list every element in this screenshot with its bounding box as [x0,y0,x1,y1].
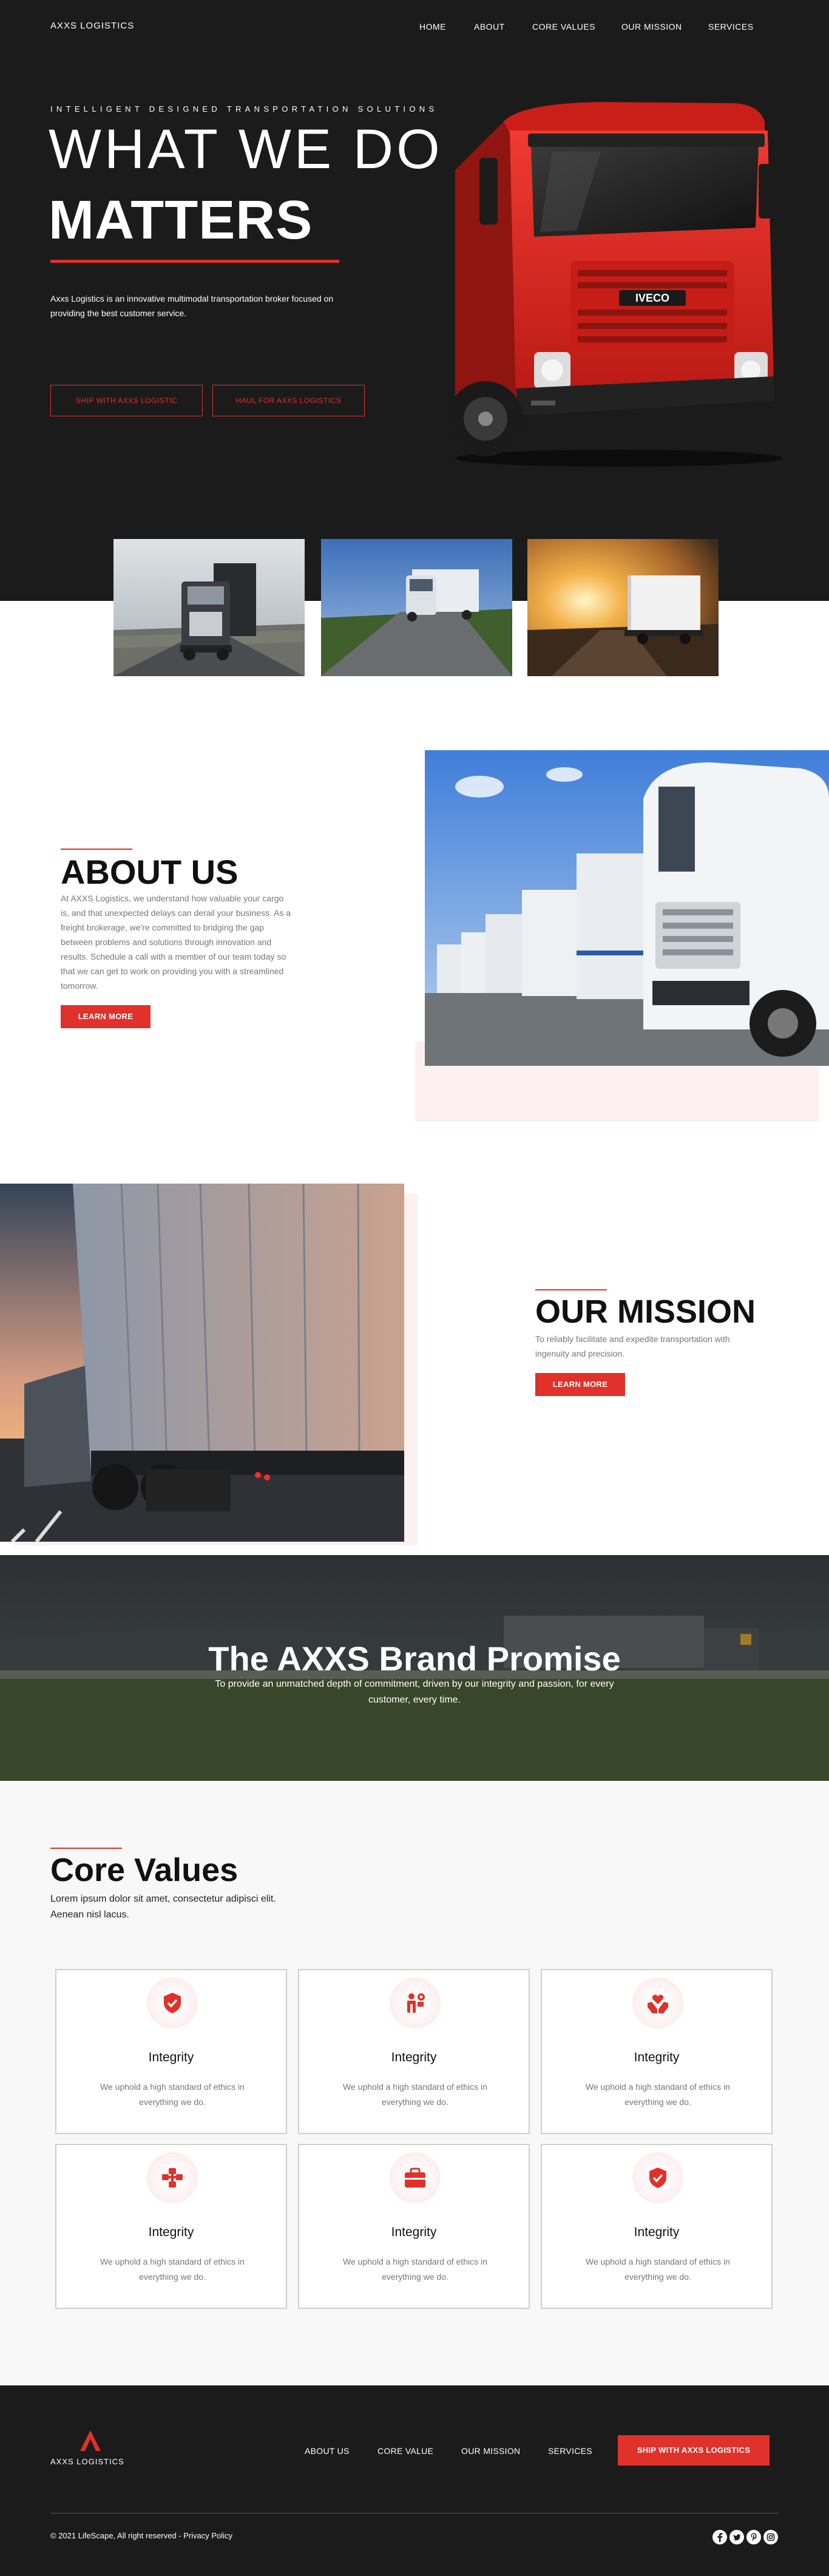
footer-nav-services[interactable]: SERVICES [548,2446,592,2456]
footer-logo-icon[interactable] [79,2429,102,2452]
value-card: Integrity We uphold a high standard of e… [541,2144,773,2309]
value-card-title: Integrity [391,2050,437,2064]
value-card-text: We uphold a high standard of ethics in e… [586,2257,730,2282]
about-accent-rule [61,849,132,850]
value-card-text: We uphold a high standard of ethics in e… [343,2257,487,2282]
nav-home[interactable]: HOME [419,22,446,32]
nav-our-mission[interactable]: OUR MISSION [621,22,682,32]
copyright-text: © 2021 LifeScape, All right reserved - P… [50,2531,233,2540]
core-accent-rule [50,1848,122,1849]
value-card-title: Integrity [391,2225,437,2239]
promise-text: To provide an unmatched depth of commitm… [215,1679,614,1705]
value-card-text: We uphold a high standard of ethics in e… [100,2082,245,2107]
footer-ship-button[interactable]: SHIP WITH AXXS LOGISTICS [618,2435,770,2466]
footer-nav-core-value[interactable]: CORE VALUE [377,2446,433,2456]
about-text: At AXXS Logistics, we understand how val… [61,893,291,991]
gallery-image-2 [321,539,512,676]
mission-learn-more-button[interactable]: LEARN MORE [535,1373,625,1396]
network-icon [147,2152,198,2203]
value-card: Integrity We uphold a high standard of e… [298,2144,530,2309]
shield-check-icon [632,2152,683,2203]
value-card: Integrity We uphold a high standard of e… [55,1969,287,2134]
about-learn-more-button[interactable]: LEARN MORE [61,1005,151,1028]
mission-accent-rule [535,1289,607,1290]
hero-title-line2: MATTERS [49,190,313,251]
about-title: ABOUT US [61,853,239,891]
mission-text: To reliably facilitate and expedite tran… [535,1334,730,1358]
person-gear-icon [390,1978,441,2029]
hero-description: Axxs Logistics is an innovative multimod… [50,294,334,318]
briefcase-icon [390,2152,441,2203]
nav-about[interactable]: ABOUT [474,22,505,32]
twitter-icon[interactable] [729,2530,744,2544]
haul-for-axxs-button[interactable]: HAUL FOR AXXS LOGISTICS [212,385,365,416]
hero-divider [50,260,339,263]
mission-title: OUR MISSION [535,1293,756,1330]
hero-title-line1: WHAT WE DO [49,118,443,180]
value-card: Integrity We uphold a high standard of e… [541,1969,773,2134]
pinterest-icon[interactable] [746,2530,761,2544]
value-card-title: Integrity [634,2050,680,2064]
nav-core-values[interactable]: CORE VALUES [532,22,595,32]
instagram-icon[interactable] [763,2530,778,2544]
ship-with-axxs-button[interactable]: SHIP WITH AXXS LOGISTIC [50,385,203,416]
value-card-title: Integrity [634,2225,680,2239]
gallery-image-3 [527,539,719,676]
truck-badge-text: IVECO [635,292,669,304]
footer-nav-our-mission[interactable]: OUR MISSION [461,2446,520,2456]
brand-logo-text[interactable]: AXXS LOGISTICS [50,21,134,31]
footer [0,2385,829,2576]
value-card: Integrity We uphold a high standard of e… [55,2144,287,2309]
about-fleet-image [425,750,829,1066]
hands-heart-icon [632,1978,683,2029]
value-card-text: We uphold a high standard of ethics in e… [343,2082,487,2107]
core-values-title: Core Values [50,1852,239,1888]
hero-truck-image: IVECO [448,102,783,467]
mission-truck-image [0,1184,404,1542]
value-card-title: Integrity [148,2225,194,2239]
value-card-text: We uphold a high standard of ethics in e… [100,2257,245,2282]
value-card-text: We uphold a high standard of ethics in e… [586,2082,730,2107]
hero-tagline: INTELLIGENT DESIGNED TRANSPORTATION SOLU… [50,104,438,114]
core-values-subtitle: Lorem ipsum dolor sit amet, consectetur … [50,1894,276,1920]
value-card: Integrity We uphold a high standard of e… [298,1969,530,2134]
gallery-image-1 [113,539,305,676]
value-card-title: Integrity [148,2050,194,2064]
promise-title: The AXXS Brand Promise [208,1639,621,1678]
footer-nav-about-us[interactable]: ABOUT US [305,2446,350,2456]
nav-services[interactable]: SERVICES [708,22,754,32]
shield-check-icon [147,1978,198,2029]
facebook-icon[interactable] [712,2530,727,2544]
footer-brand[interactable]: AXXS LOGISTICS [50,2457,124,2466]
